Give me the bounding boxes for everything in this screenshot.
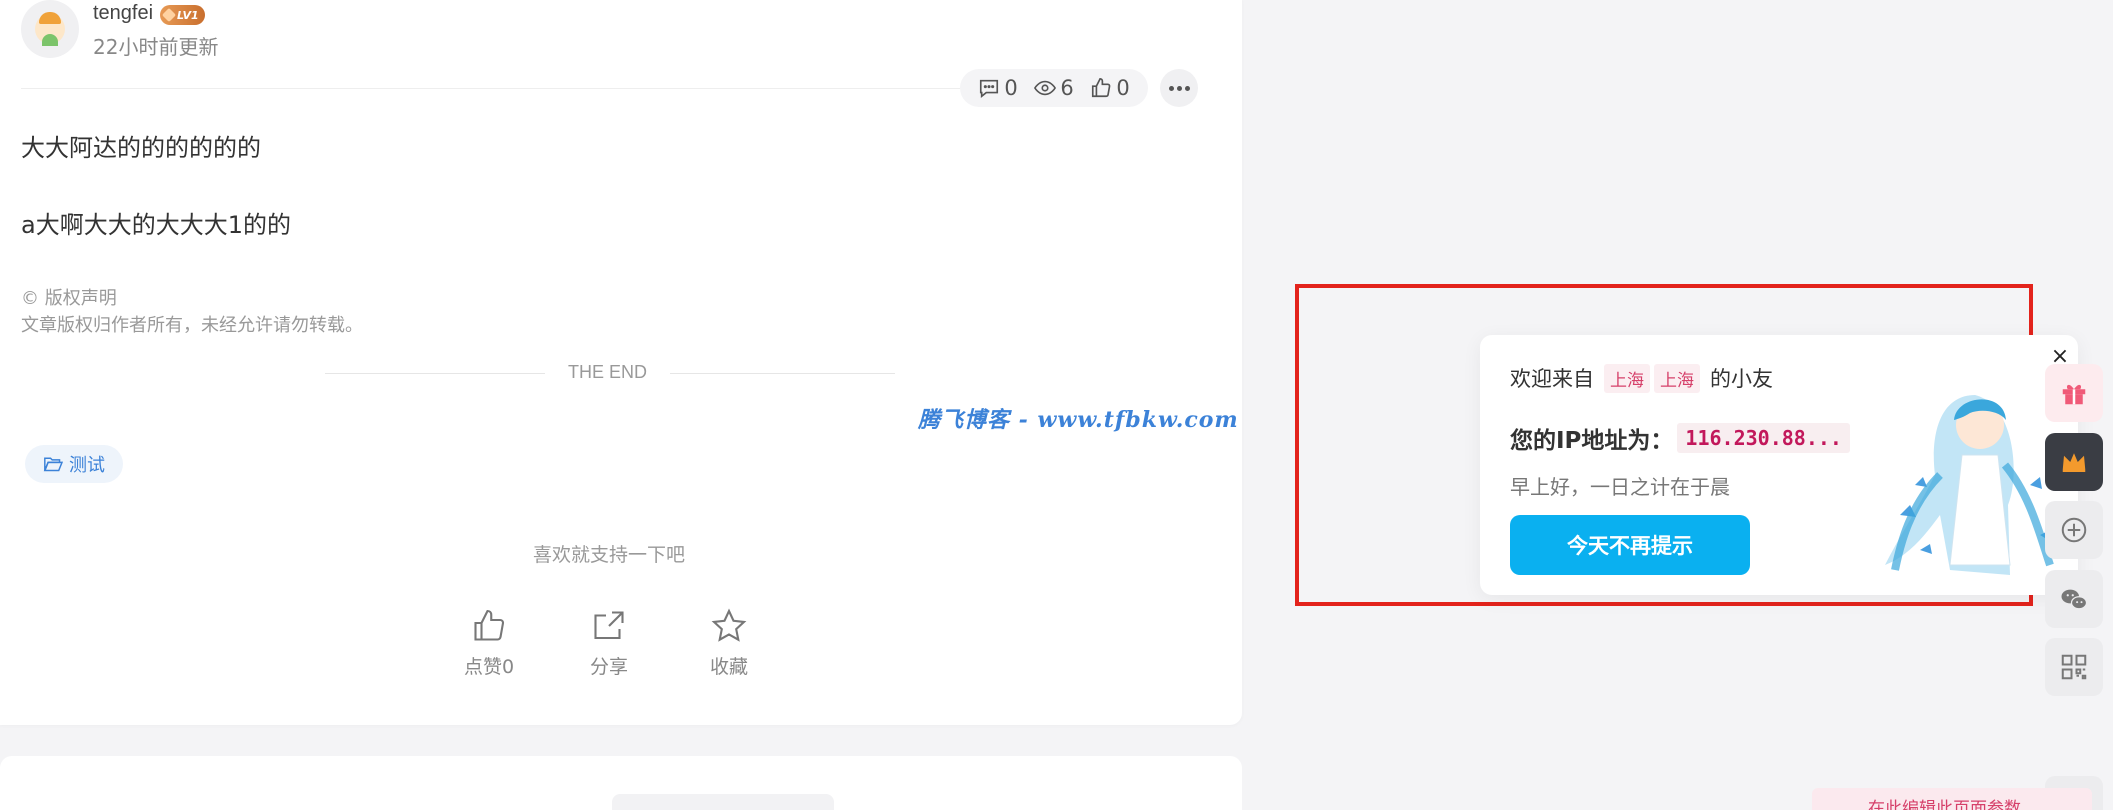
location-province: 上海 [1604, 363, 1650, 393]
updated-time: 22小时前更新 [93, 35, 219, 59]
vip-button[interactable] [2045, 433, 2103, 491]
view-count: 6 [1060, 76, 1074, 100]
eye-icon [1034, 80, 1057, 96]
edit-page-hint[interactable]: 在此编辑此页面参数 [1812, 788, 2092, 810]
crown-icon [2062, 453, 2086, 472]
share-label: 分享 [589, 656, 628, 678]
anime-girl-illustration [1885, 395, 2054, 575]
comment-stat[interactable]: 0 [978, 76, 1018, 100]
welcome-suffix: 的小友 [1710, 367, 1773, 391]
related-tab[interactable] [612, 794, 834, 810]
share-icon [594, 611, 624, 640]
location-city: 上海 [1654, 363, 1700, 393]
welcome-prefix: 欢迎来自 [1510, 367, 1594, 391]
favorite-button[interactable]: 收藏 [684, 608, 774, 679]
tag-label: 测试 [69, 455, 105, 476]
post-card: tengfei LV1 22小时前更新 0 6 0 大大阿达的的的的的的 a大啊… [0, 0, 1242, 725]
ip-label: 您的IP地址为： [1510, 428, 1674, 454]
like-label: 点赞0 [463, 656, 515, 678]
wechat-icon [2061, 589, 2088, 610]
ip-line: 您的IP地址为： 116.230.88... [1510, 421, 1850, 455]
location: 上海 上海 [1602, 363, 1702, 393]
gift-icon [2062, 384, 2086, 405]
site-watermark: 腾飞博客 - www.tfbkw.com [918, 407, 1239, 433]
qrcode-icon [2061, 654, 2087, 680]
comment-count: 0 [1004, 76, 1018, 100]
more-options-button[interactable] [1160, 69, 1198, 107]
copyright-title: © 版权声明 [21, 288, 117, 309]
star-icon [711, 608, 747, 642]
copyright-text: 文章版权归作者所有，未经允许请勿转载。 [21, 315, 363, 336]
favorite-label: 收藏 [709, 656, 748, 678]
publish-button[interactable] [2045, 501, 2103, 559]
plus-circle-icon [2061, 517, 2087, 543]
support-prompt: 喜欢就支持一下吧 [533, 544, 686, 566]
post-stats: 0 6 0 [960, 69, 1148, 107]
comment-icon [980, 79, 999, 98]
thumbs-up-icon [1092, 78, 1111, 98]
welcome-line: 欢迎来自 上海 上海 的小友 [1510, 363, 1773, 393]
related-card [0, 756, 1242, 810]
qrcode-button[interactable] [2045, 638, 2103, 696]
author-avatar[interactable] [21, 0, 79, 58]
article-paragraph: 大大阿达的的的的的的 [21, 134, 261, 162]
like-stat[interactable]: 0 [1090, 76, 1130, 100]
ip-value: 116.230.88... [1677, 423, 1850, 453]
folder-open-icon [43, 457, 63, 472]
tag-link[interactable]: 测试 [25, 445, 123, 483]
like-button[interactable]: 点赞0 [444, 608, 534, 679]
like-count: 0 [1116, 76, 1130, 100]
view-stat: 6 [1034, 76, 1074, 100]
article-paragraph: a大啊大大的大大大1的的 [21, 211, 291, 239]
level-badge: LV1 [160, 5, 205, 25]
header-divider [21, 88, 961, 89]
level-text: LV1 [177, 8, 199, 22]
dismiss-today-button[interactable]: 今天不再提示 [1510, 515, 1750, 575]
the-end-label: THE END [568, 362, 648, 382]
wechat-button[interactable] [2045, 570, 2103, 628]
end-divider-right [670, 373, 895, 374]
end-divider-left [325, 373, 545, 374]
share-button[interactable]: 分享 [564, 608, 654, 679]
greeting-text: 早上好，一日之计在于晨 [1510, 475, 1730, 499]
thumbs-up-icon [474, 609, 505, 641]
author-name[interactable]: tengfei [93, 2, 153, 25]
gift-button[interactable] [2045, 364, 2103, 422]
welcome-popup: 欢迎来自 上海 上海 的小友 您的IP地址为： 116.230.88... 早上… [1480, 335, 2078, 595]
gem-icon [161, 7, 177, 23]
